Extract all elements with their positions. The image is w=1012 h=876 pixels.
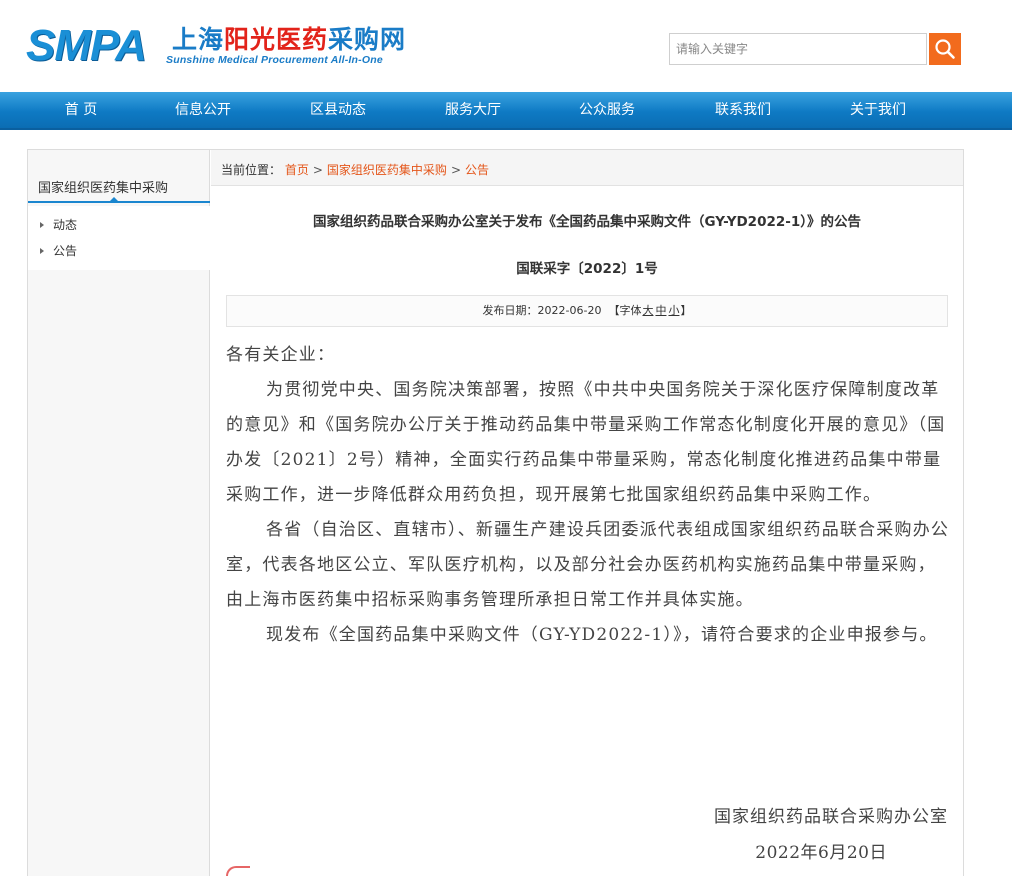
search-button[interactable] bbox=[929, 33, 961, 65]
publish-date: 2022-06-20 bbox=[537, 304, 602, 317]
publish-date-label: 发布日期： bbox=[482, 304, 538, 317]
sidebar: 国家组织医药集中采购 动态 公告 bbox=[28, 150, 210, 876]
sidebar-item-news[interactable]: 动态 bbox=[40, 216, 77, 233]
official-seal-fragment bbox=[226, 866, 250, 876]
nav-item-home[interactable]: 首 页 bbox=[26, 92, 136, 128]
sidebar-header: 国家组织医药集中采购 bbox=[28, 167, 210, 203]
breadcrumb-label: 当前位置： bbox=[221, 163, 282, 177]
signature-date: 2022年6月20日 bbox=[755, 843, 887, 863]
bullet-arrow-icon bbox=[40, 221, 44, 228]
breadcrumb: 当前位置： 首页 > 国家组织医药集中采购 > 公告 bbox=[221, 161, 489, 178]
article-paragraph: 现发布《全国药品集中采购文件（GY-YD2022-1）》，请符合要求的企业申报参… bbox=[266, 625, 938, 645]
search-box bbox=[669, 33, 927, 65]
article-title: 国家组织药品联合采购办公室关于发布《全国药品集中采购文件（GY-YD2022-1… bbox=[313, 214, 861, 230]
article-paragraph: 各省（自治区、直辖市）、新疆生产建设兵团委派代表组成国家组织药品联合采购办公室，… bbox=[226, 520, 950, 610]
logo-en-text: Sunshine Medical Procurement All-In-One bbox=[166, 54, 383, 66]
nav-item-contact-us[interactable]: 联系我们 bbox=[688, 92, 798, 128]
font-size-large-link[interactable]: 大 bbox=[642, 304, 653, 317]
breadcrumb-separator: > bbox=[312, 163, 323, 177]
breadcrumb-bar: 当前位置： 首页 > 国家组织医药集中采购 > 公告 bbox=[211, 150, 963, 186]
article-meta-bar: 发布日期：2022-06-20 【字体大中小】 bbox=[226, 295, 948, 327]
signature-organization: 国家组织药品联合采购办公室 bbox=[714, 807, 948, 827]
breadcrumb-separator: > bbox=[450, 163, 461, 177]
nav-item-service-hall[interactable]: 服务大厅 bbox=[418, 92, 528, 128]
logo-cn-text: 上海阳光医药采购网 bbox=[172, 25, 407, 54]
font-size-medium-link[interactable]: 中 bbox=[655, 304, 666, 317]
font-size-small-link[interactable]: 小 bbox=[668, 304, 679, 317]
breadcrumb-home-link[interactable]: 首页 bbox=[285, 163, 309, 177]
site-header: SMPA 上海阳光医药采购网 Sunshine Medical Procurem… bbox=[0, 0, 1012, 92]
nav-item-info-disclosure[interactable]: 信息公开 bbox=[148, 92, 258, 128]
nav-item-district-news[interactable]: 区县动态 bbox=[283, 92, 393, 128]
article-paragraph: 为贯彻党中央、国务院决策部署，按照《中共中央国务院关于深化医疗保障制度改革的意见… bbox=[226, 380, 946, 505]
article-salutation: 各有关企业： bbox=[226, 345, 336, 365]
search-input[interactable] bbox=[670, 34, 926, 64]
article-document-number: 国联采字〔2022〕1号 bbox=[516, 261, 658, 277]
font-size-close: 】 bbox=[680, 304, 692, 317]
logo-smpa-text: SMPA bbox=[26, 21, 147, 70]
breadcrumb-category-link[interactable]: 国家组织医药集中采购 bbox=[327, 163, 447, 177]
search-icon bbox=[935, 39, 955, 59]
article-body: 各有关企业： 为贯彻党中央、国务院决策部署，按照《中共中央国务院关于深化医疗保障… bbox=[226, 338, 950, 653]
nav-item-about-us[interactable]: 关于我们 bbox=[823, 92, 933, 128]
sidebar-item-announcements[interactable]: 公告 bbox=[40, 242, 77, 259]
font-size-label: 【字体 bbox=[608, 304, 642, 317]
sidebar-title-indicator-icon bbox=[110, 197, 118, 201]
breadcrumb-current-link[interactable]: 公告 bbox=[465, 163, 489, 177]
sidebar-title: 国家组织医药集中采购 bbox=[38, 181, 169, 196]
main-nav: 首 页 信息公开 区县动态 服务大厅 公众服务 联系我们 关于我们 bbox=[0, 92, 1012, 130]
nav-item-public-service[interactable]: 公众服务 bbox=[552, 92, 662, 128]
sidebar-list: 动态 公告 bbox=[28, 206, 210, 270]
bullet-arrow-icon bbox=[40, 247, 44, 254]
